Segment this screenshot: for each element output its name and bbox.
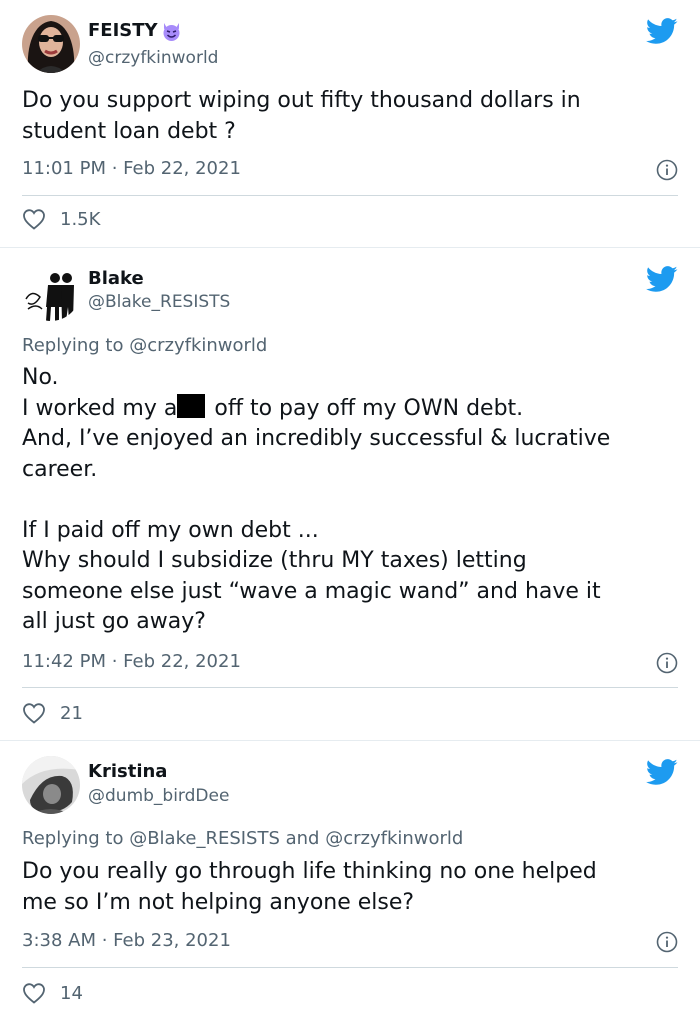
replying-prefix: Replying to bbox=[22, 335, 130, 356]
handle[interactable]: @crzyfkinworld bbox=[88, 47, 218, 69]
replying-prefix: Replying to bbox=[22, 828, 130, 849]
smiling-devil-emoji-icon bbox=[163, 22, 180, 41]
handle[interactable]: @dumb_birdDee bbox=[88, 785, 229, 807]
divider bbox=[22, 687, 678, 688]
like-button[interactable]: 1.5K bbox=[22, 208, 100, 230]
info-circle-icon[interactable] bbox=[656, 652, 678, 674]
like-button[interactable]: 14 bbox=[22, 982, 83, 1004]
tweet-line-part: I worked my a bbox=[22, 395, 178, 421]
tweet-text: Do you really go through life thinking n… bbox=[22, 857, 678, 918]
tweet-text: Do you support wiping out fifty thousand… bbox=[22, 86, 678, 147]
display-name-text[interactable]: Kristina bbox=[88, 761, 167, 783]
redaction-box bbox=[177, 393, 206, 418]
tweet-line: No. bbox=[22, 365, 59, 390]
heart-outline-icon bbox=[23, 983, 45, 1004]
tweet-line-redacted: I worked my a off to pay off my OWN debt… bbox=[22, 393, 678, 425]
twitter-bird-icon[interactable] bbox=[646, 18, 678, 45]
twitter-bird-icon[interactable] bbox=[646, 759, 678, 786]
tweet-line-part: off to pay off my OWN debt. bbox=[207, 395, 524, 421]
timestamp[interactable]: 3:38 AM · Feb 23, 2021 bbox=[22, 930, 231, 952]
tweet-text: No. I worked my a off to pay off my OWN … bbox=[22, 363, 678, 638]
display-name-text[interactable]: Blake bbox=[88, 268, 144, 290]
like-count: 14 bbox=[60, 982, 83, 1004]
replying-to: Replying to @crzyfkinworld bbox=[22, 334, 267, 358]
divider bbox=[22, 967, 678, 968]
display-name[interactable]: FEISTY bbox=[88, 20, 182, 42]
avatar[interactable] bbox=[22, 15, 80, 73]
replying-to-link[interactable]: @crzyfkinworld bbox=[129, 335, 267, 356]
timestamp[interactable]: 11:01 PM · Feb 22, 2021 bbox=[22, 158, 241, 180]
like-count: 21 bbox=[60, 702, 83, 724]
tweet-2: Blake @Blake_RESISTS Replying to @crzyfk… bbox=[0, 248, 700, 741]
twitter-bird-icon[interactable] bbox=[646, 266, 678, 293]
tweet-1: FEISTY @crzyfkinworld Do you support wip… bbox=[0, 0, 700, 248]
info-circle-icon[interactable] bbox=[656, 159, 678, 181]
divider bbox=[22, 195, 678, 196]
heart-outline-icon bbox=[23, 703, 45, 724]
timestamp[interactable]: 11:42 PM · Feb 22, 2021 bbox=[22, 651, 241, 673]
display-name-text[interactable]: FEISTY bbox=[88, 20, 158, 42]
tweet-body: Do you support wiping out fifty thousand… bbox=[22, 88, 581, 144]
tweet-line: If I paid off my own debt ... Why should… bbox=[22, 517, 601, 635]
heart-outline-icon bbox=[23, 209, 45, 230]
replying-to: Replying to @Blake_RESISTS and @crzyfkin… bbox=[22, 827, 463, 851]
display-name[interactable]: Kristina bbox=[88, 761, 167, 783]
replying-to-link[interactable]: @Blake_RESISTS and @crzyfkinworld bbox=[129, 828, 463, 849]
tweet-body: Do you really go through life thinking n… bbox=[22, 859, 597, 915]
handle[interactable]: @Blake_RESISTS bbox=[88, 291, 230, 313]
avatar[interactable] bbox=[22, 756, 80, 814]
like-button[interactable]: 21 bbox=[22, 702, 83, 724]
avatar[interactable] bbox=[22, 263, 80, 321]
display-name[interactable]: Blake bbox=[88, 268, 144, 290]
tweet-line: And, I’ve enjoyed an incredibly successf… bbox=[22, 426, 611, 482]
tweet-3: Kristina @dumb_birdDee Replying to @Blak… bbox=[0, 741, 700, 1021]
like-count: 1.5K bbox=[60, 208, 101, 230]
info-circle-icon[interactable] bbox=[656, 931, 678, 953]
